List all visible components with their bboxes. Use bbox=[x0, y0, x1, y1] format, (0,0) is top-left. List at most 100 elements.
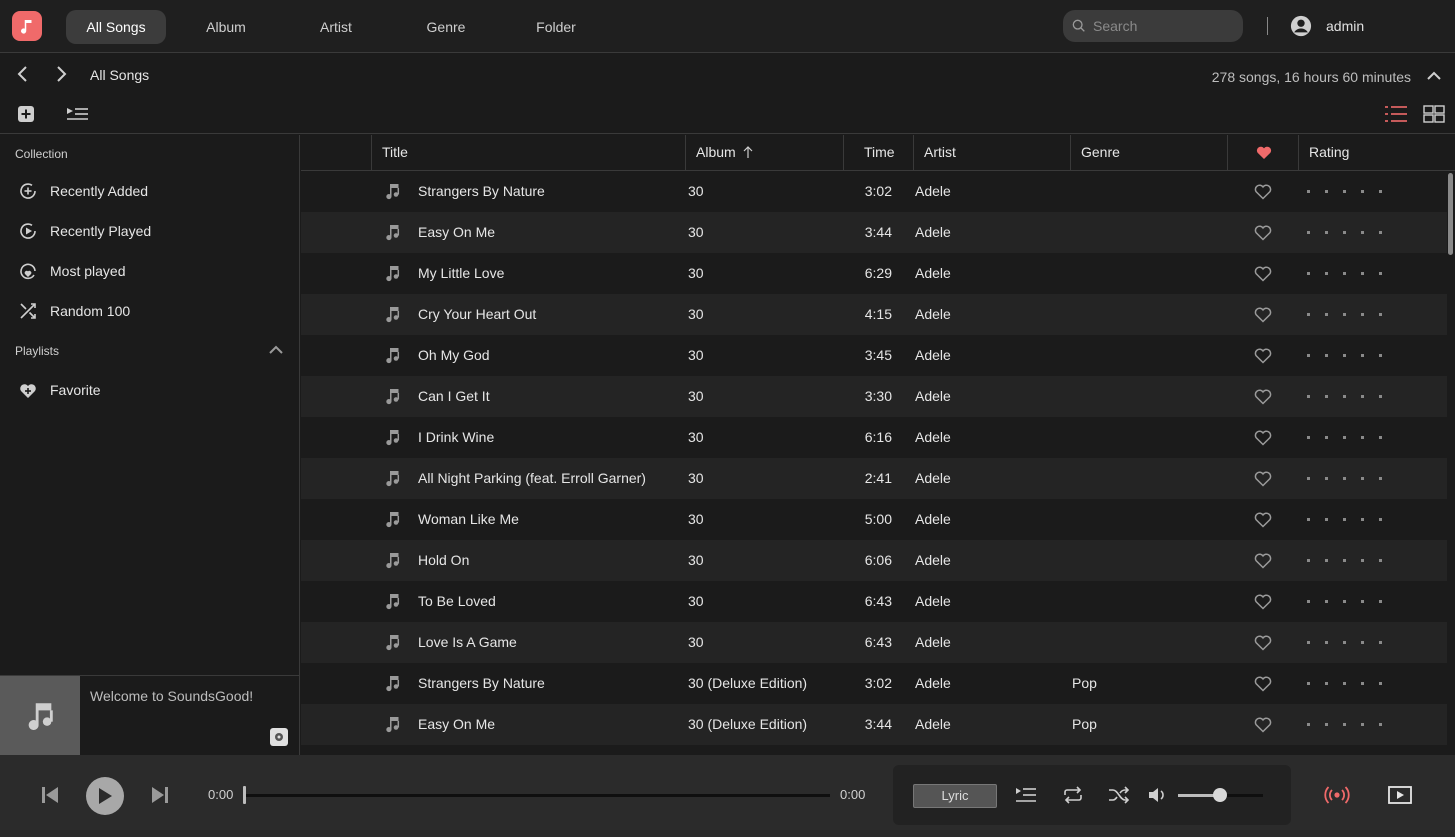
rating-dot[interactable] bbox=[1379, 600, 1382, 603]
repeat-button[interactable] bbox=[1061, 784, 1085, 806]
sidebar-item-most-played[interactable]: Most played bbox=[0, 251, 300, 291]
rating-dot[interactable] bbox=[1361, 190, 1364, 193]
rating-stars[interactable] bbox=[1307, 641, 1382, 644]
heart-outline-icon[interactable] bbox=[1254, 266, 1272, 282]
rating-stars[interactable] bbox=[1307, 477, 1382, 480]
rating-dot[interactable] bbox=[1307, 682, 1310, 685]
table-row[interactable]: Strangers By Nature 30 (Deluxe Edition) 3:… bbox=[301, 663, 1447, 704]
next-button[interactable] bbox=[148, 783, 172, 807]
heart-outline-icon[interactable] bbox=[1254, 594, 1272, 610]
back-button[interactable] bbox=[12, 64, 32, 84]
rating-dot[interactable] bbox=[1379, 682, 1382, 685]
rating-stars[interactable] bbox=[1307, 559, 1382, 562]
heart-outline-icon[interactable] bbox=[1254, 225, 1272, 241]
rating-dot[interactable] bbox=[1343, 518, 1346, 521]
rating-dot[interactable] bbox=[1343, 354, 1346, 357]
rating-stars[interactable] bbox=[1307, 682, 1382, 685]
rating-dot[interactable] bbox=[1379, 723, 1382, 726]
rating-dot[interactable] bbox=[1325, 600, 1328, 603]
rating-dot[interactable] bbox=[1325, 436, 1328, 439]
rating-dot[interactable] bbox=[1307, 641, 1310, 644]
search-box[interactable] bbox=[1063, 10, 1243, 42]
tab-artist[interactable]: Artist bbox=[286, 10, 386, 44]
rating-dot[interactable] bbox=[1361, 395, 1364, 398]
heart-outline-icon[interactable] bbox=[1254, 512, 1272, 528]
header-favorite[interactable] bbox=[1227, 135, 1298, 171]
rating-dot[interactable] bbox=[1325, 559, 1328, 562]
rating-dot[interactable] bbox=[1343, 231, 1346, 234]
progress-track[interactable] bbox=[245, 794, 830, 797]
rating-dot[interactable] bbox=[1361, 436, 1364, 439]
video-button[interactable] bbox=[1386, 783, 1414, 807]
forward-button[interactable] bbox=[52, 64, 72, 84]
app-logo-icon[interactable] bbox=[12, 11, 42, 41]
heart-outline-icon[interactable] bbox=[1254, 676, 1272, 692]
rating-stars[interactable] bbox=[1307, 231, 1382, 234]
header-time[interactable]: Time bbox=[843, 135, 913, 171]
heart-outline-icon[interactable] bbox=[1254, 184, 1272, 200]
rating-dot[interactable] bbox=[1379, 436, 1382, 439]
queue-button[interactable] bbox=[1014, 784, 1038, 806]
volume-handle[interactable] bbox=[1213, 788, 1227, 802]
rating-stars[interactable] bbox=[1307, 723, 1382, 726]
heart-outline-icon[interactable] bbox=[1254, 389, 1272, 405]
rating-dot[interactable] bbox=[1325, 682, 1328, 685]
heart-outline-icon[interactable] bbox=[1254, 348, 1272, 364]
rating-dot[interactable] bbox=[1325, 354, 1328, 357]
rating-stars[interactable] bbox=[1307, 190, 1382, 193]
rating-dot[interactable] bbox=[1307, 231, 1310, 234]
scrollbar[interactable] bbox=[1448, 173, 1453, 255]
rating-dot[interactable] bbox=[1307, 395, 1310, 398]
rating-dot[interactable] bbox=[1325, 723, 1328, 726]
rating-dot[interactable] bbox=[1379, 641, 1382, 644]
rating-dot[interactable] bbox=[1343, 477, 1346, 480]
rating-dot[interactable] bbox=[1307, 723, 1310, 726]
rating-dot[interactable] bbox=[1343, 313, 1346, 316]
table-row[interactable]: Oh My God 30 3:45 Adele bbox=[301, 335, 1447, 376]
rating-dot[interactable] bbox=[1325, 313, 1328, 316]
sidebar-item-random-100[interactable]: Random 100 bbox=[0, 291, 300, 331]
volume-button[interactable] bbox=[1146, 784, 1170, 806]
heart-outline-icon[interactable] bbox=[1254, 635, 1272, 651]
grid-view-button[interactable] bbox=[1422, 104, 1446, 124]
table-row[interactable]: To Be Loved 30 6:43 Adele bbox=[301, 581, 1447, 622]
table-row[interactable]: My Little Love 30 6:29 Adele bbox=[301, 253, 1447, 294]
sidebar-item-favorite[interactable]: Favorite bbox=[0, 370, 300, 410]
username-label[interactable]: admin bbox=[1326, 18, 1364, 34]
rating-stars[interactable] bbox=[1307, 313, 1382, 316]
tab-album[interactable]: Album bbox=[176, 10, 276, 44]
rating-dot[interactable] bbox=[1343, 641, 1346, 644]
rating-dot[interactable] bbox=[1379, 354, 1382, 357]
rating-dot[interactable] bbox=[1307, 313, 1310, 316]
tab-all-songs[interactable]: All Songs bbox=[66, 10, 166, 44]
rating-dot[interactable] bbox=[1343, 395, 1346, 398]
add-button[interactable] bbox=[16, 104, 36, 124]
sidebar-item-recently-added[interactable]: Recently Added bbox=[0, 171, 300, 211]
rating-stars[interactable] bbox=[1307, 395, 1382, 398]
rating-dot[interactable] bbox=[1343, 272, 1346, 275]
header-artist[interactable]: Artist bbox=[913, 135, 1070, 171]
tab-folder[interactable]: Folder bbox=[506, 10, 606, 44]
rating-dot[interactable] bbox=[1379, 395, 1382, 398]
table-row[interactable]: Easy On Me 30 3:44 Adele bbox=[301, 212, 1447, 253]
heart-outline-icon[interactable] bbox=[1254, 471, 1272, 487]
table-row[interactable]: Love Is A Game 30 6:43 Adele bbox=[301, 622, 1447, 663]
rating-dot[interactable] bbox=[1379, 190, 1382, 193]
rating-dot[interactable] bbox=[1325, 231, 1328, 234]
tab-genre[interactable]: Genre bbox=[396, 10, 496, 44]
lyric-button[interactable]: Lyric bbox=[913, 784, 997, 808]
sidebar-item-recently-played[interactable]: Recently Played bbox=[0, 211, 300, 251]
rating-dot[interactable] bbox=[1307, 190, 1310, 193]
rating-dot[interactable] bbox=[1361, 354, 1364, 357]
table-row[interactable]: Woman Like Me 30 5:00 Adele bbox=[301, 499, 1447, 540]
header-album[interactable]: Album bbox=[685, 135, 843, 171]
rating-dot[interactable] bbox=[1325, 190, 1328, 193]
rating-dot[interactable] bbox=[1361, 518, 1364, 521]
rating-dot[interactable] bbox=[1307, 272, 1310, 275]
heart-outline-icon[interactable] bbox=[1254, 307, 1272, 323]
heart-outline-icon[interactable] bbox=[1254, 430, 1272, 446]
rating-dot[interactable] bbox=[1325, 518, 1328, 521]
rating-stars[interactable] bbox=[1307, 600, 1382, 603]
rating-dot[interactable] bbox=[1343, 559, 1346, 562]
rating-stars[interactable] bbox=[1307, 354, 1382, 357]
